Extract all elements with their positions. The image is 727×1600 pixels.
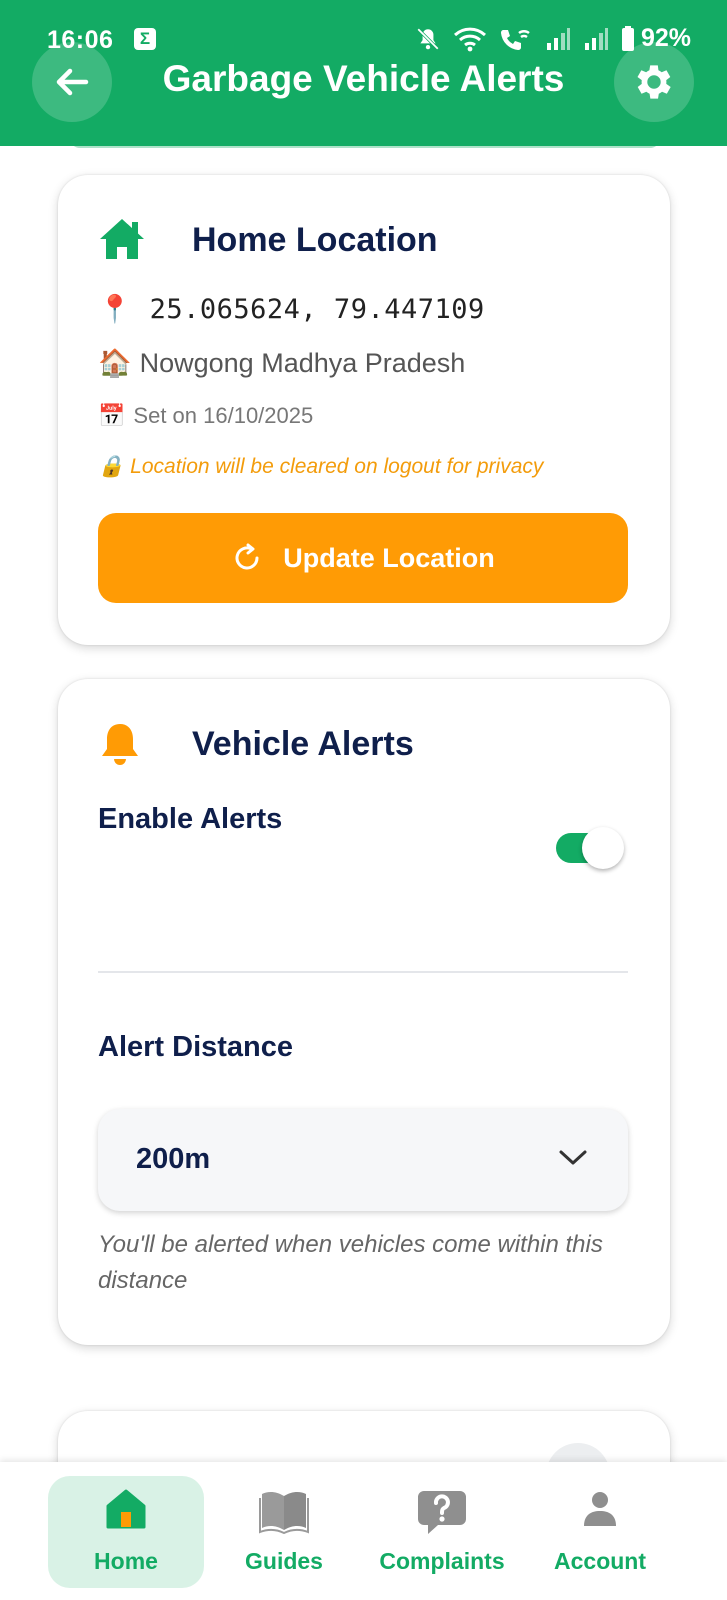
home-location-card: Home Location 📍 25.065624, 79.447109 🏠 N… — [58, 175, 670, 645]
back-button[interactable] — [32, 42, 112, 122]
nav-home-label: Home — [94, 1548, 158, 1574]
signal-icon-2 — [584, 27, 608, 50]
set-date-value: Set on 16/10/2025 — [133, 403, 314, 428]
pin-icon: 📍 — [98, 294, 132, 324]
divider — [98, 971, 628, 973]
nav-complaints[interactable]: Complaints — [363, 1476, 521, 1588]
alert-distance-label: Alert Distance — [98, 1031, 294, 1063]
status-bar: 16:06 Σ 92% — [0, 22, 727, 58]
wifi-calling-icon — [500, 29, 530, 50]
wifi-icon — [453, 27, 486, 51]
chevron-down-icon — [559, 1150, 587, 1165]
vehicle-alerts-card: Vehicle Alerts Enable Alerts Alert Dista… — [58, 679, 670, 1345]
app-header: 16:06 Σ 92% Garbage Vehicle Alerts — [0, 0, 727, 146]
bottom-navigation: Home Guides Complaints Account — [0, 1462, 727, 1600]
address-value: Nowgong Madhya Pradesh — [139, 347, 466, 378]
home-icon — [100, 219, 144, 259]
bell-icon — [102, 724, 138, 765]
refresh-icon — [235, 543, 259, 570]
person-icon — [584, 1492, 616, 1526]
alert-distance-helper: You'll be alerted when vehicles come wit… — [98, 1231, 603, 1294]
calendar-icon: 📅 — [98, 403, 126, 428]
set-date-row: 📅 Set on 16/10/2025 — [98, 403, 313, 429]
alert-distance-value: 200m — [136, 1143, 211, 1175]
gear-icon — [637, 65, 671, 99]
home-location-title: Home Location — [192, 221, 438, 259]
nav-complaints-label: Complaints — [379, 1548, 505, 1574]
signal-icon — [546, 27, 570, 50]
nav-home[interactable]: Home — [48, 1476, 204, 1588]
privacy-note: 🔒 Location will be cleared on logout for… — [98, 455, 543, 479]
settings-button[interactable] — [614, 42, 694, 122]
address-row: 🏠 Nowgong Madhya Pradesh — [98, 347, 465, 379]
arrow-left-icon — [56, 68, 89, 96]
mute-bell-icon — [417, 27, 439, 50]
nav-account-label: Account — [554, 1548, 646, 1574]
page-title: Garbage Vehicle Alerts — [162, 58, 565, 99]
nav-guides[interactable]: Guides — [206, 1476, 362, 1588]
update-location-label: Update Location — [283, 542, 495, 573]
enable-alerts-toggle[interactable] — [556, 827, 624, 869]
toggle-knob — [582, 827, 624, 869]
alert-distance-select[interactable]: 200m — [98, 1109, 628, 1211]
coordinates-value: 25.065624, 79.447109 — [149, 293, 485, 325]
home-icon — [106, 1489, 146, 1529]
lock-icon: 🔒 — [98, 455, 125, 478]
nav-account[interactable]: Account — [522, 1476, 678, 1588]
book-icon — [259, 1491, 309, 1534]
vehicle-alerts-title: Vehicle Alerts — [192, 725, 414, 763]
nav-guides-label: Guides — [245, 1548, 323, 1574]
house-icon: 🏠 — [98, 348, 132, 378]
previous-card-edge — [70, 138, 660, 148]
app-notification-icon: Σ — [134, 28, 156, 50]
question-bubble-icon — [418, 1491, 466, 1534]
update-location-button[interactable]: Update Location — [98, 513, 628, 603]
coordinates-row: 📍 25.065624, 79.447109 — [98, 293, 485, 325]
enable-alerts-label: Enable Alerts — [98, 803, 283, 835]
privacy-text: Location will be cleared on logout for p… — [130, 455, 544, 478]
